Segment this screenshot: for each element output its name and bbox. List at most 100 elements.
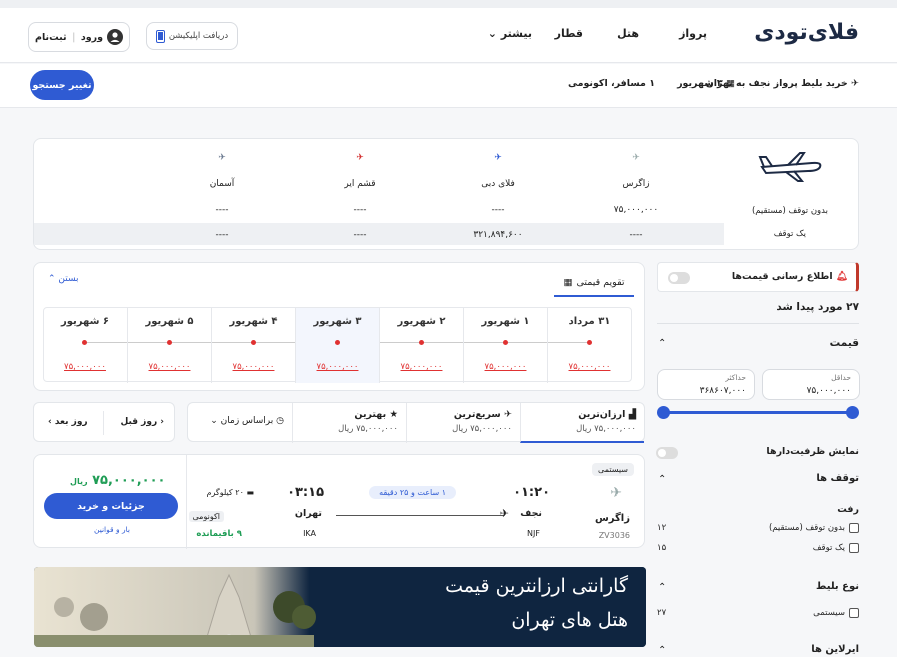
- next-day-button[interactable]: روز بعد ›: [48, 417, 88, 427]
- ticket-type-checkbox[interactable]: [849, 608, 859, 618]
- arrival-city: تهران: [294, 508, 322, 519]
- stop-option[interactable]: یک توقف: [813, 543, 859, 553]
- signup-button[interactable]: ثبت‌نام: [35, 32, 67, 43]
- price-direct[interactable]: ----: [157, 205, 287, 215]
- sort-tab-value: ۷۵,۰۰۰,۰۰۰ ریال: [338, 424, 398, 434]
- calendar-day[interactable]: ۱ شهریور ۷۵,۰۰۰,۰۰۰: [463, 308, 547, 383]
- sort-tab-fastest[interactable]: ✈ سریع‌ترین ۷۵,۰۰۰,۰۰۰ ریال: [406, 403, 520, 443]
- calendar-day-label: ۳۱ مرداد: [568, 316, 611, 327]
- show-capacity-label: نمایش ظرفیت‌دارها: [766, 446, 859, 457]
- nav-more[interactable]: بیشتر ⌄: [488, 27, 532, 40]
- airline-logo-icon: ✈: [494, 153, 502, 163]
- stop-option-checkbox[interactable]: [849, 543, 859, 553]
- price-range-handle-max[interactable]: [657, 406, 670, 419]
- sort-tab-cheapest[interactable]: ▟ ارزان‌ترین ۷۵,۰۰۰,۰۰۰ ریال: [520, 403, 644, 443]
- max-price-label: حداکثر: [725, 373, 746, 382]
- airline-logo-icon: ✈: [218, 153, 226, 163]
- airline-column[interactable]: ✈ آسمان ---- ----: [157, 153, 287, 240]
- calendar-day-label: ۲ شهریور: [397, 316, 446, 327]
- sort-tabs: ▟ ارزان‌ترین ۷۵,۰۰۰,۰۰۰ ریال ✈ سریع‌ترین…: [186, 402, 645, 443]
- stop-option[interactable]: بدون توقف (مستقیم): [769, 523, 859, 533]
- passengers-summary: ۱ مسافر، اکونومی: [567, 78, 655, 89]
- sort-tab-title-label: بهترین: [354, 409, 387, 420]
- ticket-type-count: ۲۷: [657, 608, 667, 618]
- show-capacity-toggle[interactable]: [656, 447, 678, 459]
- search-summary-bar: ✈ خرید بلیط پرواز نجف به تهران ▦ ۳ شهریو…: [0, 64, 897, 108]
- tab-price-calendar[interactable]: تقویم قیمتی ▦: [554, 269, 634, 297]
- price-one-stop[interactable]: ----: [295, 230, 425, 240]
- stop-option-checkbox[interactable]: [849, 523, 859, 533]
- site-logo[interactable]: فلای‌تودی: [754, 20, 860, 45]
- airline-logo-icon: ✈: [632, 153, 640, 163]
- change-search-button[interactable]: تغییر جستجو: [30, 70, 94, 100]
- calendar-icon: ▦: [726, 78, 735, 89]
- suitcase-icon: ▬: [246, 488, 254, 497]
- airline-name: قشم ایر: [344, 179, 376, 189]
- app-download-button[interactable]: دریافت اپلیکیشن: [146, 22, 238, 50]
- arrival-time: ۰۳:۱۵: [287, 485, 324, 500]
- sort-by-time-label: براساس زمان: [220, 416, 274, 426]
- price-direct[interactable]: ۷۵,۰۰۰,۰۰۰: [571, 205, 701, 215]
- calendar-day-label: ۳ شهریور: [313, 316, 362, 327]
- hotel-promo-banner[interactable]: گارانتی ارزانترین قیمت هتل های تهران: [34, 567, 646, 647]
- nav-train[interactable]: قطار: [555, 27, 583, 40]
- star-icon: ★: [389, 409, 398, 420]
- price-alert-toggle[interactable]: [668, 272, 690, 284]
- close-calendar-button[interactable]: بستن ⌃: [48, 274, 79, 284]
- calendar-day[interactable]: ۲ شهریور ۷۵,۰۰۰,۰۰۰: [379, 308, 463, 383]
- next-day-label: روز بعد: [54, 417, 88, 427]
- sort-by-time-dropdown[interactable]: ◷ براساس زمان ⌄: [186, 403, 292, 443]
- nav-hotel[interactable]: هتل: [617, 27, 639, 40]
- calendar-dot: [335, 340, 340, 345]
- nav-flight[interactable]: پرواز: [679, 27, 707, 40]
- arrival-code: IKA: [303, 529, 316, 538]
- divider: [103, 411, 104, 435]
- max-price-input[interactable]: حداکثر ۳۶۸۶۰۷,۰۰۰: [657, 369, 755, 400]
- login-button[interactable]: ورود: [81, 29, 123, 45]
- stop-option-count: ۱۵: [657, 543, 667, 553]
- airline-column[interactable]: ✈ زاگرس ۷۵,۰۰۰,۰۰۰ ----: [571, 153, 701, 240]
- airline-column[interactable]: ✈ فلای دبی ---- ۳۲۱,۸۹۴,۶۰۰: [433, 153, 563, 240]
- stops-filter-title: توقف ها: [816, 473, 859, 484]
- close-calendar-label: بستن: [58, 274, 79, 284]
- airplane-illustration-icon: [758, 149, 824, 183]
- chevron-up-icon[interactable]: ⌃: [658, 474, 666, 485]
- calendar-day-selected[interactable]: ۳ شهریور ۷۵,۰۰۰,۰۰۰: [295, 308, 379, 383]
- chevron-up-icon[interactable]: ⌃: [658, 338, 666, 349]
- chevron-down-icon: ⌄: [487, 27, 497, 40]
- price-one-stop[interactable]: ----: [157, 230, 287, 240]
- chevron-down-icon: ⌄: [210, 416, 218, 426]
- calendar-day[interactable]: ۳۱ مرداد ۷۵,۰۰۰,۰۰۰: [547, 308, 631, 383]
- calendar-dot: [419, 340, 424, 345]
- prev-day-button[interactable]: ‹ روز قبل: [120, 417, 164, 427]
- price-range-handle-min[interactable]: [846, 406, 859, 419]
- chevron-up-icon[interactable]: ⌃: [658, 582, 666, 593]
- tab-price-calendar-label: تقویم قیمتی: [576, 276, 625, 288]
- calendar-day[interactable]: ۶ شهریور ۷۵,۰۰۰,۰۰۰: [43, 308, 127, 383]
- app-download-label: دریافت اپلیکیشن: [168, 31, 229, 41]
- price-one-stop[interactable]: ۳۲۱,۸۹۴,۶۰۰: [433, 230, 563, 240]
- row-label-direct: بدون توقف (مستقیم): [751, 206, 828, 216]
- auth-divider: |: [71, 31, 76, 43]
- site-header: فلای‌تودی پرواز هتل قطار بیشتر ⌄ دریافت …: [0, 8, 897, 63]
- departure-time: ۰۱:۲۰: [513, 485, 550, 500]
- row-label-one-stop: یک توقف: [773, 229, 806, 239]
- ticket-type-option[interactable]: سیستمی: [813, 608, 859, 618]
- price-direct[interactable]: ----: [295, 205, 425, 215]
- sort-tab-title: ✈ سریع‌ترین: [407, 409, 512, 420]
- airlines-filter-title: ایرلاین ها: [811, 644, 859, 655]
- chevron-up-icon[interactable]: ⌃: [658, 645, 666, 656]
- banner-line-1: گارانتی ارزانترین قیمت: [445, 575, 628, 597]
- calendar-day[interactable]: ۵ شهریور ۷۵,۰۰۰,۰۰۰: [127, 308, 211, 383]
- airline-column[interactable]: ✈ قشم ایر ---- ----: [295, 153, 425, 240]
- buy-button[interactable]: جزئیات و خرید: [44, 493, 178, 519]
- calendar-day[interactable]: ۴ شهریور ۷۵,۰۰۰,۰۰۰: [211, 308, 295, 383]
- price-one-stop[interactable]: ----: [571, 230, 701, 240]
- sort-tab-best[interactable]: ★ بهترین ۷۵,۰۰۰,۰۰۰ ریال: [292, 403, 406, 443]
- ticket-type-label: سیستمی: [813, 608, 845, 618]
- rules-link[interactable]: بار و قوانین: [94, 525, 130, 534]
- flight-price: ۷۵,۰۰۰,۰۰۰ ریال: [70, 473, 165, 488]
- min-price-input[interactable]: حداقل ۷۵,۰۰۰,۰۰۰: [762, 369, 860, 400]
- price-direct[interactable]: ----: [433, 205, 563, 215]
- calendar-day-price: ۷۵,۰۰۰,۰۰۰: [400, 362, 443, 372]
